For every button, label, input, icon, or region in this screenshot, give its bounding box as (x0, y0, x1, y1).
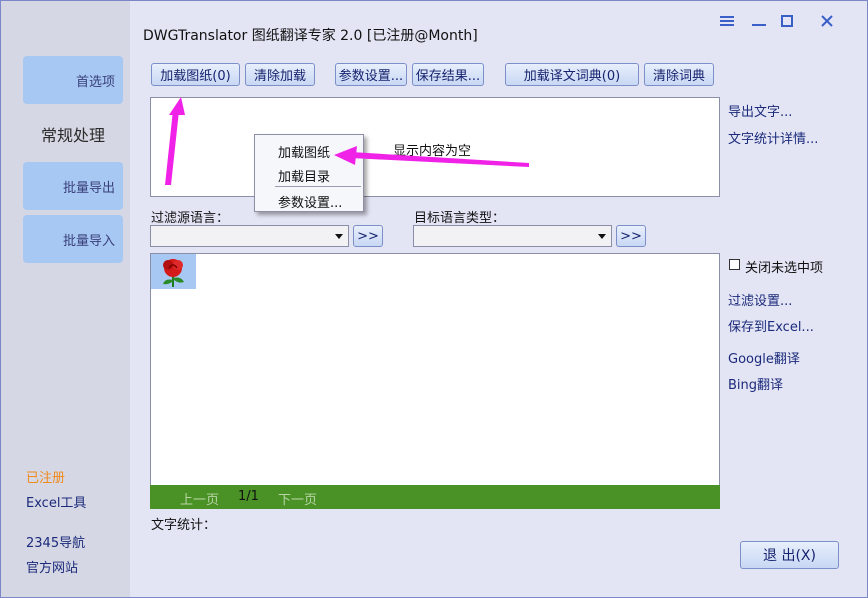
clear-load-button[interactable]: 清除加载 (245, 63, 315, 86)
bing-translate-link[interactable]: Bing翻译 (728, 374, 783, 393)
sidebar-item-general[interactable]: 常规处理 (23, 112, 123, 156)
registered-link[interactable]: 已注册 (26, 467, 65, 486)
menu-icon[interactable] (717, 11, 737, 31)
close-unselected-checkbox[interactable] (729, 259, 740, 270)
sidebar-item-preferences[interactable]: 首选项 (23, 56, 123, 104)
text-list-panel[interactable] (150, 253, 720, 486)
context-menu-separator (275, 186, 361, 187)
window-title: DWGTranslator 图纸翻译专家 2.0 [已注册@Month] (143, 28, 478, 44)
excel-tools-link[interactable]: Excel工具 (26, 492, 86, 511)
sidebar-item-batch-export[interactable]: 批量导出 (23, 162, 123, 210)
sidebar: 首选项 常规处理 批量导出 批量导入 已注册 Excel工具 2345导航 官方… (1, 1, 130, 597)
pager-bar: 上一页 1/1 下一页 (150, 485, 720, 509)
save-result-button[interactable]: 保存结果... (412, 63, 484, 86)
context-menu-item-load-drawing[interactable]: 加载图纸 (278, 142, 330, 161)
nav-2345-link[interactable]: 2345导航 (26, 532, 85, 551)
page-indicator: 1/1 (238, 489, 259, 504)
clear-dictionary-button[interactable]: 清除词典 (644, 63, 714, 86)
filter-settings-link[interactable]: 过滤设置... (728, 290, 792, 309)
target-go-button[interactable]: >> (616, 225, 646, 247)
source-language-select[interactable] (150, 225, 349, 247)
prev-page-link[interactable]: 上一页 (180, 489, 219, 508)
close-icon[interactable] (817, 11, 837, 31)
empty-display-text: 显示内容为空 (393, 144, 472, 159)
drawing-display-panel[interactable]: 显示内容为空 (150, 97, 720, 197)
rose-logo-icon (151, 254, 196, 289)
source-language-label: 过滤源语言： (151, 211, 230, 226)
target-language-label: 目标语言类型： (414, 211, 506, 226)
next-page-link[interactable]: 下一页 (278, 489, 317, 508)
text-stats-detail-link[interactable]: 文字统计详情... (728, 128, 818, 147)
source-go-button[interactable]: >> (353, 225, 383, 247)
minimize-icon[interactable] (749, 11, 769, 31)
load-dictionary-button[interactable]: 加载译文词典(0) (505, 63, 639, 86)
maximize-icon[interactable] (777, 11, 797, 31)
google-translate-link[interactable]: Google翻译 (728, 348, 800, 367)
chevron-down-icon (598, 234, 606, 239)
target-language-select[interactable] (413, 225, 612, 247)
save-to-excel-link[interactable]: 保存到Excel... (728, 316, 814, 335)
sidebar-item-batch-import[interactable]: 批量导入 (23, 215, 123, 263)
exit-button[interactable]: 退 出(X) (740, 541, 839, 569)
context-menu-item-load-directory[interactable]: 加载目录 (278, 166, 330, 185)
context-menu: 加载图纸 加载目录 参数设置... (254, 134, 364, 212)
chevron-down-icon (335, 234, 343, 239)
export-text-link[interactable]: 导出文字... (728, 101, 792, 120)
context-menu-item-params[interactable]: 参数设置... (278, 192, 342, 211)
close-unselected-label: 关闭未选中项 (745, 261, 824, 276)
params-button[interactable]: 参数设置... (335, 63, 407, 86)
load-drawing-button[interactable]: 加载图纸(0) (151, 63, 240, 86)
text-stats-label: 文字统计： (151, 518, 217, 533)
app-window: 首选项 常规处理 批量导出 批量导入 已注册 Excel工具 2345导航 官方… (0, 0, 868, 598)
official-site-link[interactable]: 官方网站 (26, 557, 78, 576)
